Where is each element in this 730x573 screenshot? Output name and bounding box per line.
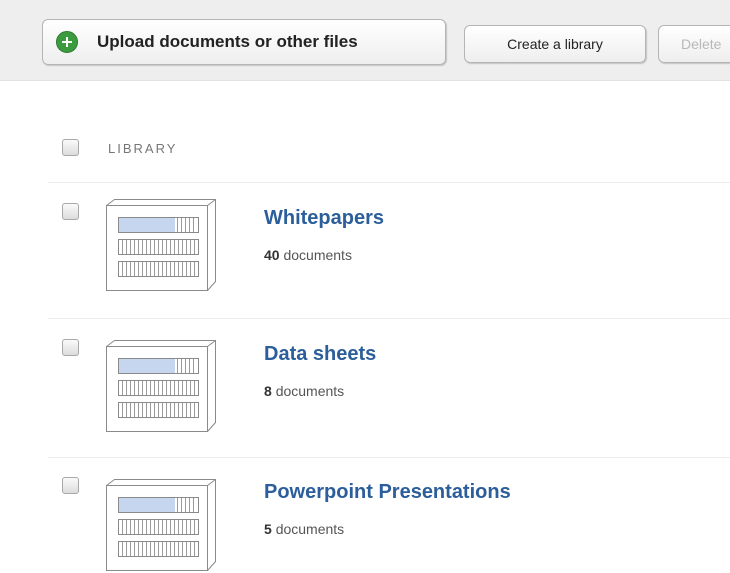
create-library-label: Create a library (507, 36, 603, 52)
row-checkbox[interactable] (62, 339, 79, 356)
doc-count-value: 5 (264, 521, 272, 537)
library-title[interactable]: Data sheets (264, 343, 376, 366)
delete-button[interactable]: Delete (658, 25, 730, 63)
bookshelf-icon[interactable] (104, 197, 216, 293)
library-doc-count: 5 documents (264, 521, 344, 537)
library-title[interactable]: Powerpoint Presentations (264, 481, 511, 504)
row-checkbox[interactable] (62, 477, 79, 494)
upload-button-label: Upload documents or other files (97, 32, 358, 51)
library-title[interactable]: Whitepapers (264, 207, 384, 230)
doc-count-unit: documents (275, 521, 345, 537)
doc-count-value: 40 (264, 247, 280, 263)
toolbar: Upload documents or other files Create a… (0, 0, 730, 81)
doc-count-unit: documents (283, 247, 352, 263)
delete-button-label: Delete (681, 36, 722, 52)
library-doc-count: 40 documents (264, 247, 352, 263)
divider (48, 457, 730, 458)
create-library-button[interactable]: Create a library (464, 25, 646, 63)
doc-count-unit: documents (275, 383, 345, 399)
divider (48, 182, 730, 183)
divider (48, 318, 730, 319)
row-checkbox[interactable] (62, 203, 79, 220)
library-column-header: LIBRARY (108, 141, 178, 156)
bookshelf-icon[interactable] (104, 477, 216, 573)
bookshelf-icon[interactable] (104, 338, 216, 434)
library-doc-count: 8 documents (264, 383, 344, 399)
plus-circle-icon (56, 31, 78, 53)
upload-button[interactable]: Upload documents or other files (42, 19, 446, 65)
doc-count-value: 8 (264, 383, 272, 399)
select-all-checkbox[interactable] (62, 139, 79, 156)
